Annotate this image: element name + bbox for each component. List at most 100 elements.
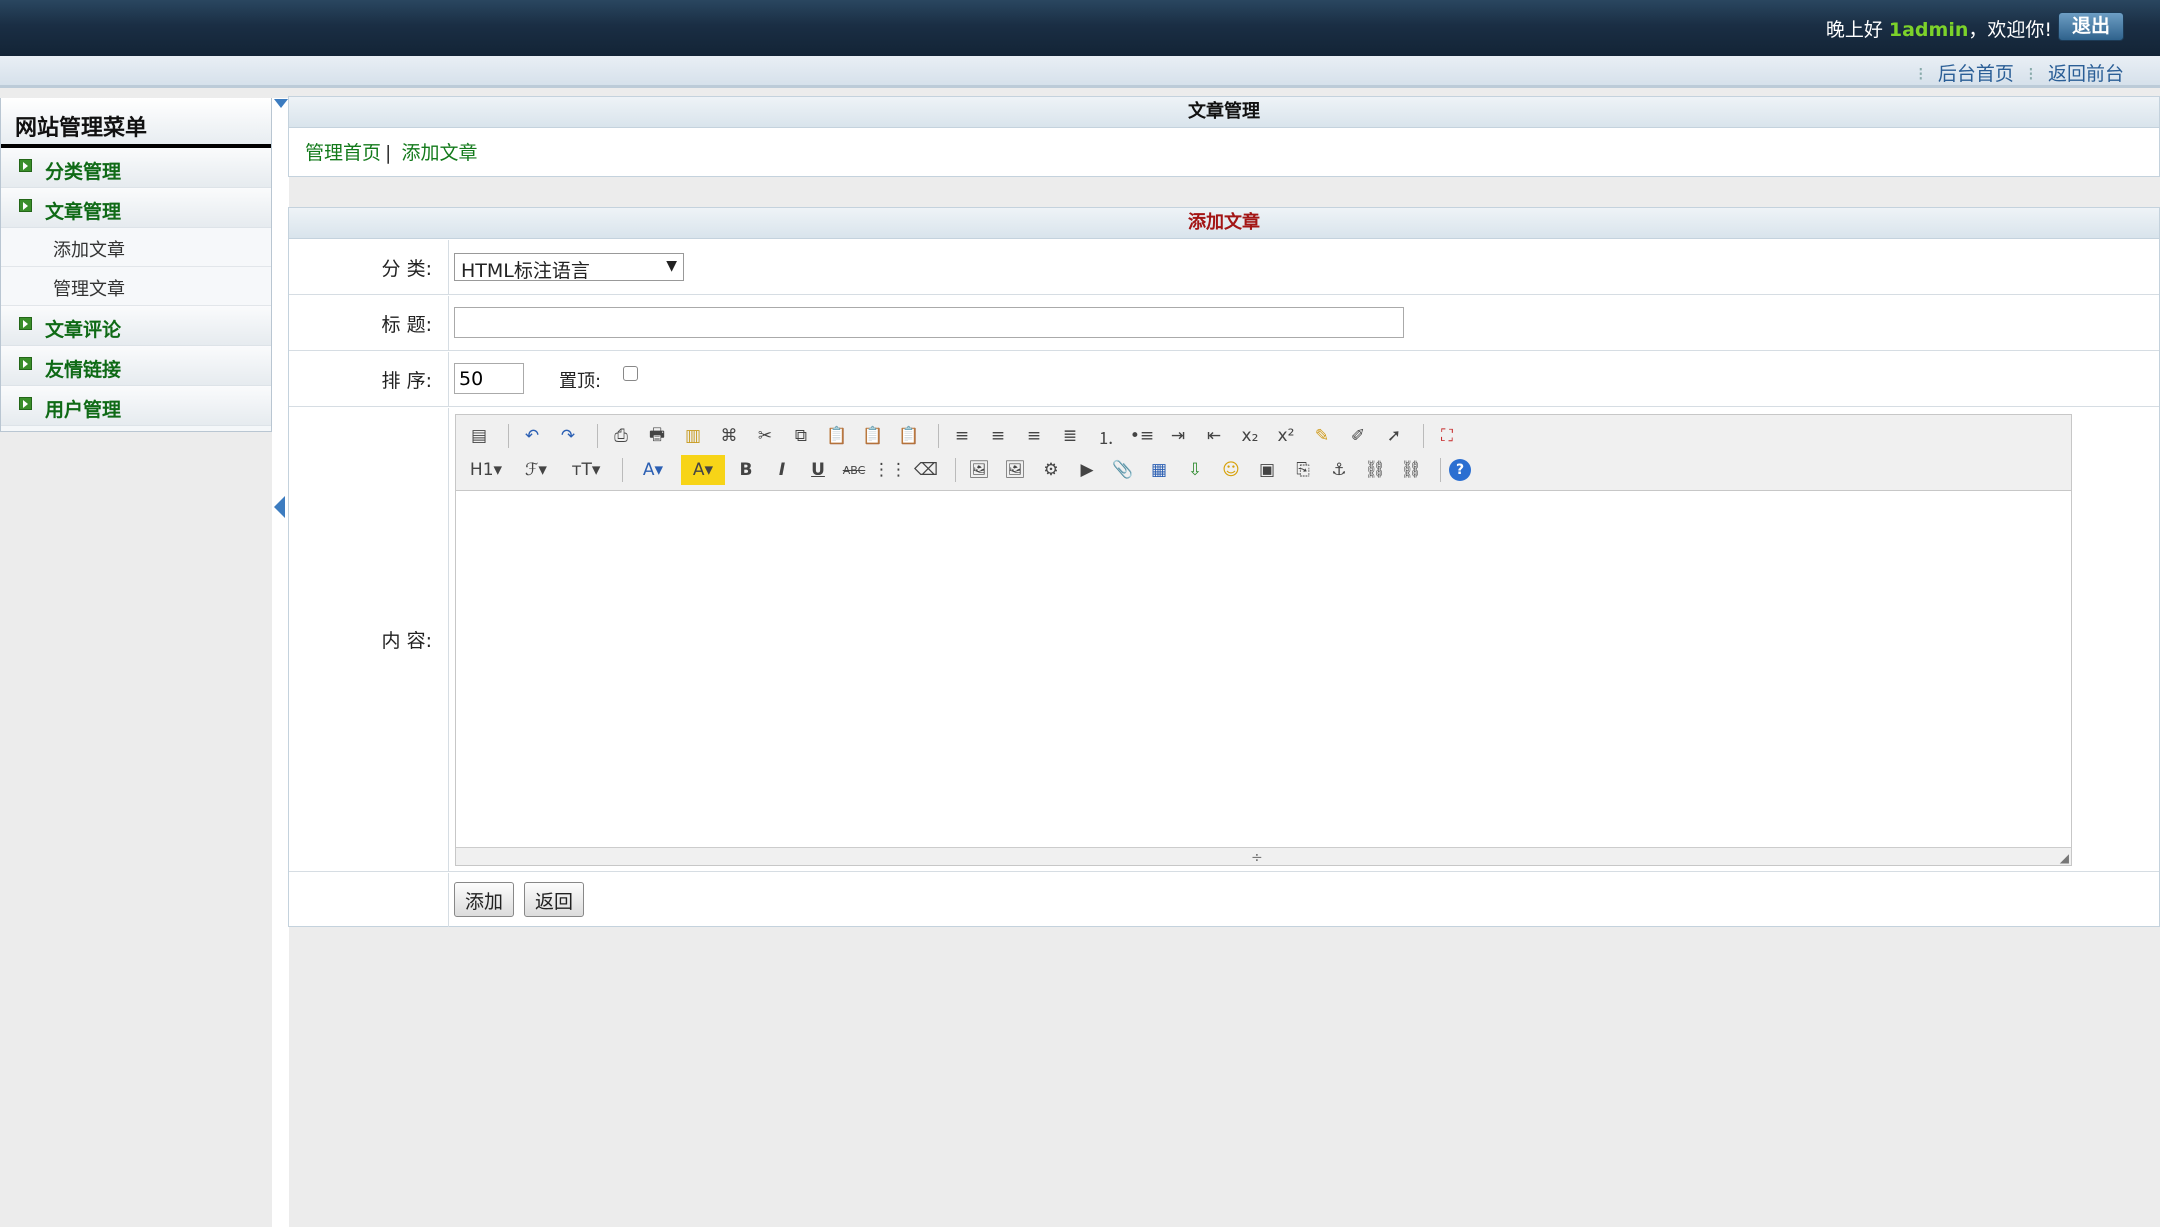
sidebar-subitem-add-article[interactable]: 添加文章: [1, 228, 271, 267]
help-icon[interactable]: ?: [1449, 459, 1471, 481]
greeting: 晚上好 1admin，欢迎你!: [1826, 15, 2052, 42]
multi-image-icon[interactable]: 🖼: [1000, 455, 1030, 485]
paste-word-icon[interactable]: 📋: [894, 421, 924, 451]
collapse-left-icon[interactable]: [274, 496, 285, 518]
pagebreak-icon[interactable]: ⎘: [1288, 455, 1318, 485]
sidebar: 网站管理菜单 分类管理 文章管理 添加文章 管理文章 文章评论 友情链接 用户管…: [0, 98, 272, 432]
category-select[interactable]: HTML标注语言 ▼: [454, 253, 684, 282]
fullscreen-icon[interactable]: ⛶: [1432, 421, 1462, 451]
sort-input[interactable]: [454, 363, 524, 394]
unlink-icon[interactable]: ⛓: [1396, 455, 1426, 485]
table-icon[interactable]: ▦: [1144, 455, 1174, 485]
print-icon[interactable]: 🖶: [642, 421, 672, 451]
paste-text-icon[interactable]: 📋: [858, 421, 888, 451]
preview-icon[interactable]: ⎙: [606, 421, 636, 451]
arrow-icon: [19, 357, 32, 370]
indent-icon[interactable]: ⇥: [1163, 421, 1193, 451]
ordered-list-icon[interactable]: ⒈: [1091, 421, 1121, 451]
logout-button[interactable]: 退出: [2058, 12, 2124, 41]
eraser-icon[interactable]: ⌫: [911, 455, 941, 485]
manage-home-link[interactable]: 管理首页: [305, 142, 381, 164]
cut-icon[interactable]: ✂: [750, 421, 780, 451]
template-icon[interactable]: ▥: [678, 421, 708, 451]
bold-icon[interactable]: B: [731, 455, 761, 485]
back-button[interactable]: 返回: [524, 882, 585, 917]
toolbar-row-2: H1▾ ℱ▾ тT▾ A▾ A▾ B I U ABC ⋮⋮ ⌫ 🖼 🖼 ⚙ ▶ …: [464, 453, 2063, 487]
editor-content-area[interactable]: [456, 491, 2071, 849]
link-icon[interactable]: ⛓: [1360, 455, 1390, 485]
font-size-icon[interactable]: тT▾: [564, 455, 608, 485]
emoticon-icon[interactable]: ☺: [1216, 455, 1246, 485]
unordered-list-icon[interactable]: •≡: [1127, 421, 1157, 451]
submit-button[interactable]: 添加: [454, 882, 515, 917]
category-row: 分 类: HTML标注语言 ▼: [289, 240, 2159, 295]
rich-text-editor: ▤ ↶ ↷ ⎙ 🖶 ▥ ⌘ ✂ ⧉ 📋 📋 📋 ≡ ≡ ≡ ≣ ⒈ •≡ ⇥ ⇤…: [455, 414, 2072, 866]
greeting-suffix: ，欢迎你!: [1968, 19, 2052, 41]
copy-icon[interactable]: ⧉: [786, 421, 816, 451]
font-name-icon[interactable]: ℱ▾: [514, 455, 558, 485]
outdent-icon[interactable]: ⇤: [1199, 421, 1229, 451]
sidebar-item-users[interactable]: 用户管理: [1, 386, 271, 426]
cursor-icon[interactable]: ➚: [1379, 421, 1409, 451]
sort-row: 排 序: 置顶:: [289, 352, 2159, 407]
greeting-prefix: 晚上好: [1825, 19, 1883, 41]
arrow-icon: [19, 159, 32, 172]
highlight-icon[interactable]: A▾: [681, 455, 725, 485]
align-center-icon[interactable]: ≡: [983, 421, 1013, 451]
button-row-label: [289, 873, 449, 927]
sidebar-toggle-bar: [272, 98, 289, 1227]
align-left-icon[interactable]: ≡: [947, 421, 977, 451]
paste-icon[interactable]: 📋: [822, 421, 852, 451]
frontend-link[interactable]: 返回前台: [2048, 63, 2124, 85]
subscript-icon[interactable]: x₂: [1235, 421, 1265, 451]
top-links: ⁝ 后台首页 ⁝ 返回前台: [1917, 63, 2124, 85]
justify-icon[interactable]: ≣: [1055, 421, 1085, 451]
clear-format-icon[interactable]: ✎: [1307, 421, 1337, 451]
image-icon[interactable]: 🖼: [964, 455, 994, 485]
align-right-icon[interactable]: ≡: [1019, 421, 1049, 451]
arrow-icon: [19, 397, 32, 410]
flash-icon[interactable]: ⚙: [1036, 455, 1066, 485]
heading-icon[interactable]: H1▾: [464, 455, 508, 485]
resize-corner-icon[interactable]: ◢: [2060, 851, 2069, 865]
strikethrough-icon[interactable]: ABC: [839, 455, 869, 485]
superscript-icon[interactable]: x²: [1271, 421, 1301, 451]
code-icon[interactable]: ⌘: [714, 421, 744, 451]
arrow-icon: [19, 317, 32, 330]
add-article-form: 添加文章 分 类: HTML标注语言 ▼ 标 题: 排 序: 置顶: 内 容: …: [288, 207, 2160, 927]
line-height-icon[interactable]: ⋮⋮: [873, 455, 907, 485]
anchor-icon[interactable]: ⚓: [1324, 455, 1354, 485]
file-icon[interactable]: 📎: [1108, 455, 1138, 485]
redo-icon[interactable]: ↷: [553, 421, 583, 451]
sidebar-subitem-manage-articles[interactable]: 管理文章: [1, 267, 271, 306]
hr-icon[interactable]: ⇩: [1180, 455, 1210, 485]
top-checkbox[interactable]: [623, 366, 638, 381]
collapse-down-icon[interactable]: [274, 99, 288, 108]
add-article-link[interactable]: 添加文章: [401, 142, 477, 164]
sidebar-item-comments[interactable]: 文章评论: [1, 306, 271, 346]
italic-icon[interactable]: I: [767, 455, 797, 485]
button-row: 添加 返回: [289, 873, 2159, 927]
form-title: 添加文章: [289, 208, 2159, 239]
category-label: 分 类:: [289, 240, 449, 294]
editor-toolbar: ▤ ↶ ↷ ⎙ 🖶 ▥ ⌘ ✂ ⧉ 📋 📋 📋 ≡ ≡ ≡ ≣ ⒈ •≡ ⇥ ⇤…: [456, 415, 2071, 491]
underline-icon[interactable]: U: [803, 455, 833, 485]
sidebar-item-articles[interactable]: 文章管理: [1, 188, 271, 228]
map-icon[interactable]: ▣: [1252, 455, 1282, 485]
source-icon[interactable]: ▤: [464, 421, 494, 451]
select-all-icon[interactable]: ✐: [1343, 421, 1373, 451]
title-input[interactable]: [454, 307, 1404, 338]
media-icon[interactable]: ▶: [1072, 455, 1102, 485]
undo-icon[interactable]: ↶: [517, 421, 547, 451]
resize-grip-icon[interactable]: ÷: [1251, 850, 1263, 866]
font-color-icon[interactable]: A▾: [631, 455, 675, 485]
sidebar-item-label: 文章评论: [45, 319, 122, 341]
sidebar-item-links[interactable]: 友情链接: [1, 346, 271, 386]
sidebar-item-category[interactable]: 分类管理: [1, 148, 271, 188]
admin-home-link[interactable]: 后台首页: [1938, 63, 2014, 85]
title-row: 标 题:: [289, 296, 2159, 351]
sidebar-item-label: 用户管理: [45, 399, 122, 421]
editor-resize-bar[interactable]: ÷ ◢: [456, 847, 2071, 866]
sidebar-item-label: 友情链接: [45, 359, 122, 381]
title-label: 标 题:: [289, 296, 449, 350]
